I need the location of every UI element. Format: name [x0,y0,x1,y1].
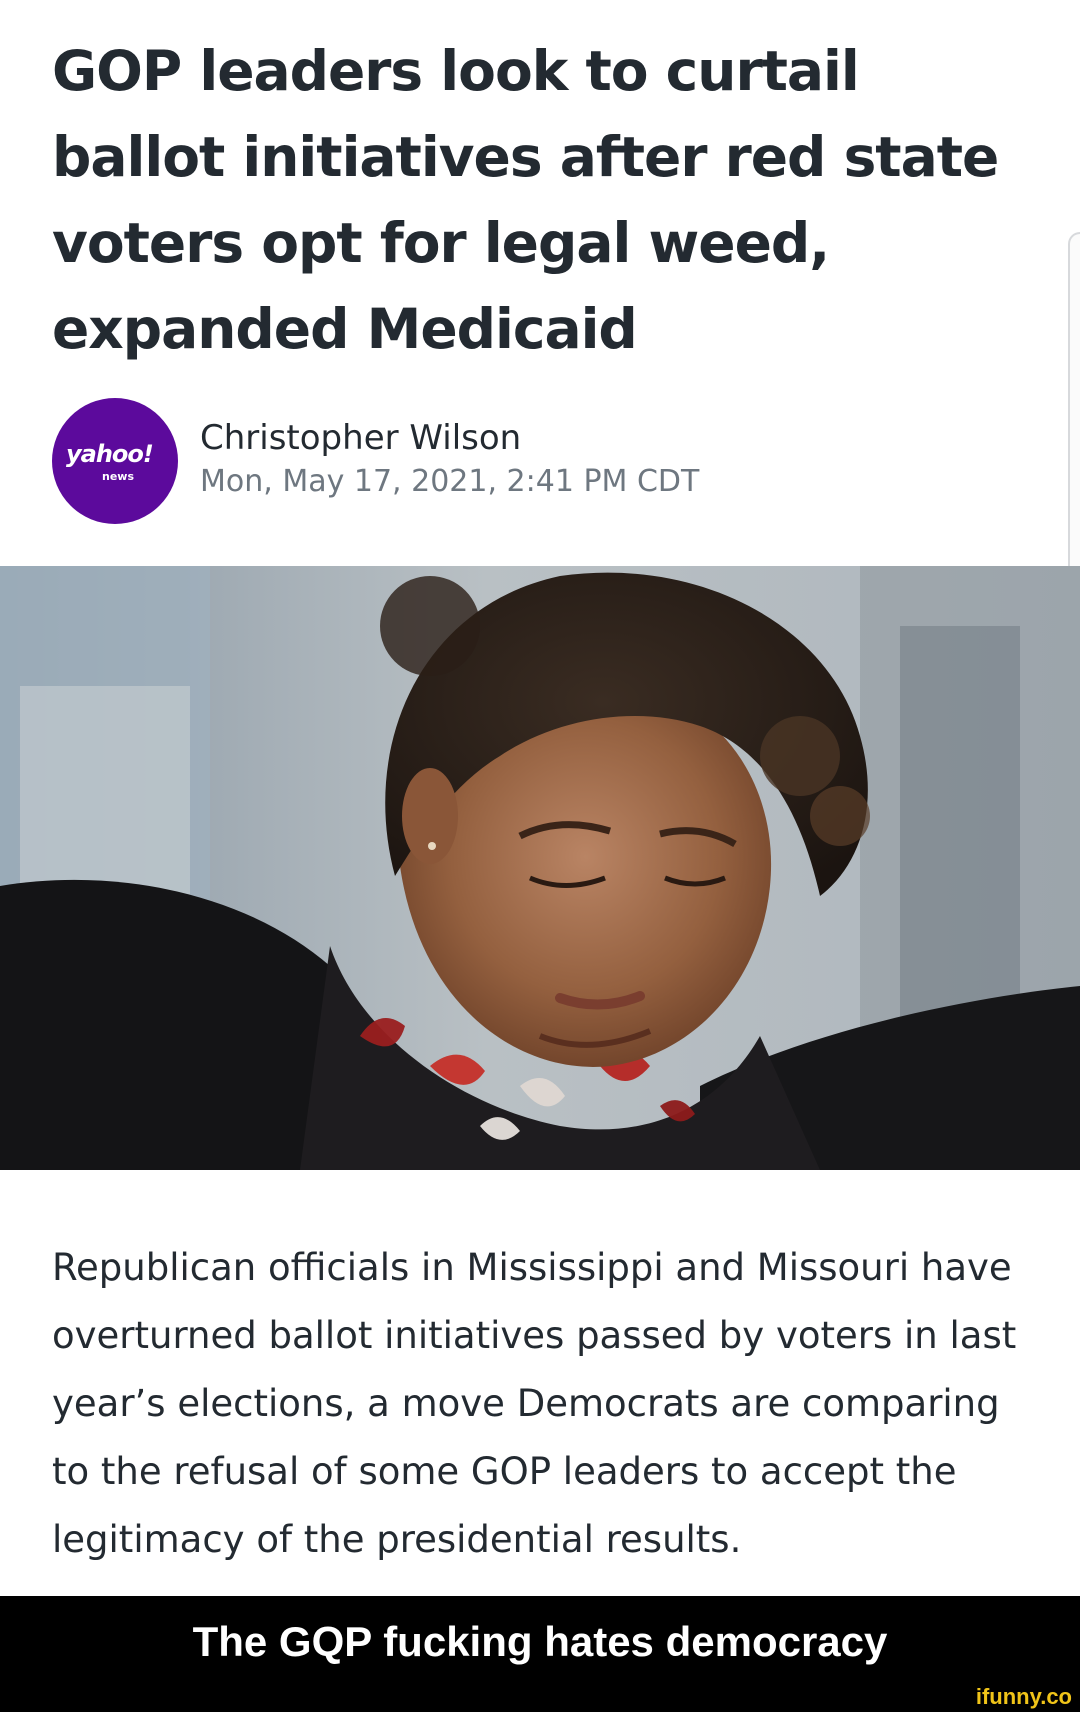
article-summary: Republican officials in Mississippi and … [52,1246,1017,1561]
meme-caption-bar: The GQP fucking hates democracy ifunny.c… [0,1596,1080,1712]
article-headline: GOP leaders look to curtail ballot initi… [52,39,999,361]
author-name[interactable]: Christopher Wilson [200,418,521,458]
yahoo-news-logo[interactable]: yahoo! news [52,398,178,524]
logo-sub-text: news [102,470,135,483]
publish-date: Mon, May 17, 2021, 2:41 PM CDT [200,464,700,499]
article: GOP leaders look to curtail ballot initi… [0,0,1080,1596]
hero-photo-illustration [0,566,1080,1170]
byline: yahoo! news Christopher Wilson Mon, May … [52,398,952,526]
hero-image[interactable] [0,566,1080,1170]
meme-caption: The GQP fucking hates democracy [192,1618,888,1665]
ifunny-watermark: ifunny.co [975,1684,1072,1709]
logo-brand-text: yahoo! [66,440,154,468]
